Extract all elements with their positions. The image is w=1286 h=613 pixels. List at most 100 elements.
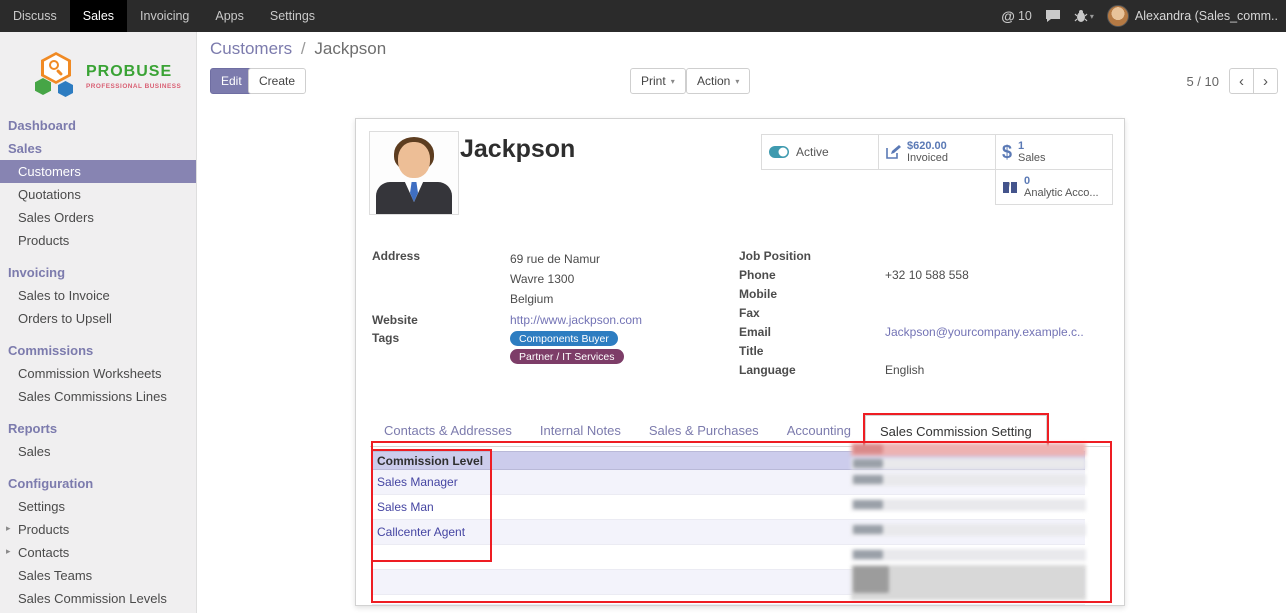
tab-contacts-addresses[interactable]: Contacts & Addresses: [370, 415, 526, 446]
phone-value: +32 10 588 558: [885, 268, 969, 283]
sidebar-section-invoicing[interactable]: Invoicing: [0, 261, 196, 284]
action-button[interactable]: Action ▾: [686, 68, 750, 94]
sidebar-item-orders-to-upsell[interactable]: Orders to Upsell: [0, 307, 196, 330]
tag-components-buyer: Components Buyer: [510, 331, 618, 346]
topbar-item-discuss[interactable]: Discuss: [0, 0, 70, 32]
stat-button-invoiced[interactable]: $620.00 Invoiced: [878, 134, 996, 170]
pager: 5 / 10 ‹ ›: [1186, 68, 1278, 94]
logo-title: PROBUSE: [86, 63, 181, 81]
sidebar-item-config-contacts[interactable]: ▸ Contacts: [0, 541, 196, 564]
sidebar-item-reports-sales[interactable]: Sales: [0, 440, 196, 463]
website-link[interactable]: http://www.jackpson.com: [510, 313, 642, 327]
stat-label: Sales: [1018, 152, 1046, 164]
expand-arrow-icon: ▸: [6, 546, 11, 557]
email-link[interactable]: Jackpson@yourcompany.example.c..: [885, 325, 1084, 340]
sidebar-item-sales-commission-levels[interactable]: Sales Commission Levels: [0, 587, 196, 610]
sidebar-item-sales-teams[interactable]: Sales Teams: [0, 564, 196, 587]
screen: Discuss Sales Invoicing Apps Settings @ …: [0, 0, 1286, 613]
messages-icon[interactable]: [1045, 9, 1061, 23]
sidebar-item-customers[interactable]: Customers: [0, 160, 196, 183]
topbar-item-invoicing[interactable]: Invoicing: [127, 0, 202, 32]
pager-next-button[interactable]: ›: [1253, 68, 1278, 94]
stat-button-sales[interactable]: $ 1 Sales: [995, 134, 1113, 170]
create-button[interactable]: Create: [248, 68, 306, 94]
user-name: Alexandra (Sales_comm..: [1135, 9, 1278, 23]
probuse-logo[interactable]: PROBUSE PROFESSIONAL BUSINESS: [0, 32, 196, 114]
topbar-item-settings[interactable]: Settings: [257, 0, 328, 32]
mentions-counter[interactable]: @ 10: [1001, 8, 1032, 24]
topbar-item-sales[interactable]: Sales: [70, 0, 127, 32]
phone-label: Phone: [739, 268, 885, 283]
sidebar-item-sales-orders[interactable]: Sales Orders: [0, 206, 196, 229]
redacted-block: [851, 565, 1086, 600]
sidebar-item-quotations[interactable]: Quotations: [0, 183, 196, 206]
sidebar-section-reports[interactable]: Reports: [0, 417, 196, 440]
redacted-cell: [851, 524, 1086, 536]
sidebar-item-sales-to-invoice[interactable]: Sales to Invoice: [0, 284, 196, 307]
pager-previous-button[interactable]: ‹: [1229, 68, 1254, 94]
user-menu[interactable]: Alexandra (Sales_comm..: [1107, 5, 1278, 27]
print-label: Print: [641, 74, 666, 88]
analytic-book-icon: [1002, 180, 1018, 195]
active-toggle-icon: [768, 145, 790, 159]
breadcrumb-current: Jackpson: [314, 39, 386, 58]
stat-value: 0: [1024, 175, 1099, 187]
breadcrumb: Customers / Jackpson: [210, 39, 386, 59]
caret-down-icon: ▾: [1090, 12, 1094, 21]
redacted-cell: [851, 499, 1086, 511]
stat-button-active[interactable]: Active: [761, 134, 879, 170]
user-avatar: [1107, 5, 1129, 27]
debug-icon[interactable]: ▾: [1074, 9, 1094, 23]
mention-icon: @: [1001, 8, 1015, 24]
address-label: Address: [372, 249, 510, 309]
website-label: Website: [372, 313, 510, 327]
sidebar-section-configuration[interactable]: Configuration: [0, 472, 196, 495]
stat-button-analytic-accounts[interactable]: 0 Analytic Acco...: [995, 169, 1113, 205]
address-value: 69 rue de Namur Wavre 1300 Belgium: [510, 249, 600, 309]
sidebar-item-products[interactable]: Products: [0, 229, 196, 252]
sidebar-item-label: Products: [18, 522, 69, 537]
dollar-icon: $: [1002, 143, 1012, 161]
sidebar-section-dashboard[interactable]: Dashboard: [0, 114, 196, 137]
fields-right-column: Job Position Phone+32 10 588 558 Mobile …: [739, 249, 1111, 382]
stat-value: 1: [1018, 140, 1046, 152]
language-value: English: [885, 363, 924, 378]
title-label: Title: [739, 344, 885, 359]
sidebar-item-settings[interactable]: Settings: [0, 495, 196, 518]
print-button[interactable]: Print ▾: [630, 68, 686, 94]
customer-photo: [369, 131, 459, 215]
tab-sales-purchases[interactable]: Sales & Purchases: [635, 415, 773, 446]
email-label: Email: [739, 325, 885, 340]
sidebar-item-commission-worksheets[interactable]: Commission Worksheets: [0, 362, 196, 385]
customer-form-sheet: Jackpson Active $620.00 Invoiced $ 1 Sal…: [355, 118, 1125, 606]
tags-value: Components Buyer Partner / IT Services: [510, 331, 624, 367]
logo-subtitle: PROFESSIONAL BUSINESS: [86, 83, 181, 90]
redacted-cell: [851, 549, 1086, 561]
edit-invoice-icon: [885, 144, 901, 160]
topbar-menu: Discuss Sales Invoicing Apps Settings: [0, 0, 328, 32]
probuse-logo-icon: [34, 52, 78, 100]
redacted-table-columns: [851, 441, 1086, 605]
expand-arrow-icon: ▸: [6, 523, 11, 534]
mention-count: 10: [1018, 9, 1032, 23]
caret-down-icon: ▾: [671, 77, 675, 86]
sidebar-section-sales[interactable]: Sales: [0, 137, 196, 160]
redacted-cell: [851, 474, 1086, 486]
action-label: Action: [697, 74, 730, 88]
tag-partner-it-services: Partner / IT Services: [510, 349, 624, 364]
main-content: Customers / Jackpson Edit Create Print ▾…: [197, 32, 1286, 613]
tab-internal-notes[interactable]: Internal Notes: [526, 415, 635, 446]
fax-label: Fax: [739, 306, 885, 321]
customer-name-title: Jackpson: [460, 135, 575, 164]
sidebar-item-sales-commissions-lines[interactable]: Sales Commissions Lines: [0, 385, 196, 408]
sidebar-item-config-products[interactable]: ▸ Products: [0, 518, 196, 541]
sidebar-item-label: Contacts: [18, 545, 69, 560]
breadcrumb-separator: /: [301, 39, 306, 58]
breadcrumb-customers[interactable]: Customers: [210, 39, 292, 58]
topbar-item-apps[interactable]: Apps: [202, 0, 257, 32]
edit-button[interactable]: Edit: [210, 68, 253, 94]
mobile-label: Mobile: [739, 287, 885, 302]
stat-label: Invoiced: [907, 152, 948, 164]
caret-down-icon: ▾: [735, 77, 739, 86]
sidebar-section-commissions[interactable]: Commissions: [0, 339, 196, 362]
